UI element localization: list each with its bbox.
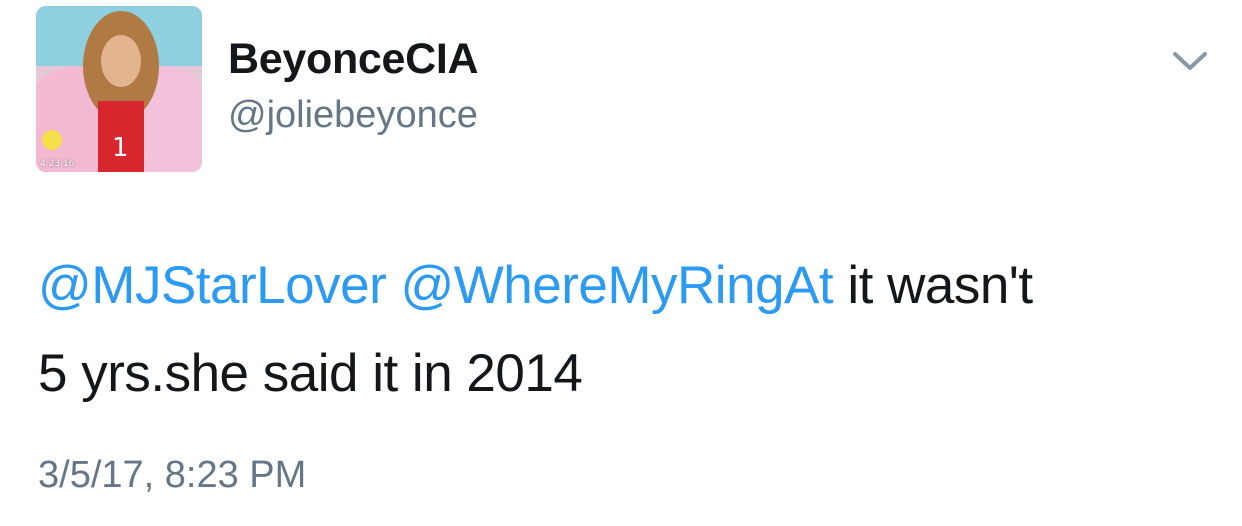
tweet-text: @MJStarLover @WhereMyRingAt it wasn't 5 … [38,242,1228,418]
chevron-down-icon[interactable] [1170,46,1210,76]
avatar-photo: 1 [36,6,202,172]
tweet-text-line2: 5 yrs.she said it in 2014 [38,344,583,403]
avatar[interactable]: 1 4.23.16 [36,6,202,172]
author-handle[interactable]: @joliebeyonce [228,96,478,134]
mention-link[interactable]: @MJStarLover [38,256,387,315]
tweet-text-line1: it wasn't [847,256,1033,315]
author-display-name[interactable]: BeyonceCIA [228,38,479,81]
tweet-timestamp[interactable]: 3/5/17, 8:23 PM [38,456,306,494]
svg-text:1: 1 [112,133,129,163]
mention-link[interactable]: @WhereMyRingAt [400,256,833,315]
avatar-caption: 4.23.16 [40,159,75,169]
